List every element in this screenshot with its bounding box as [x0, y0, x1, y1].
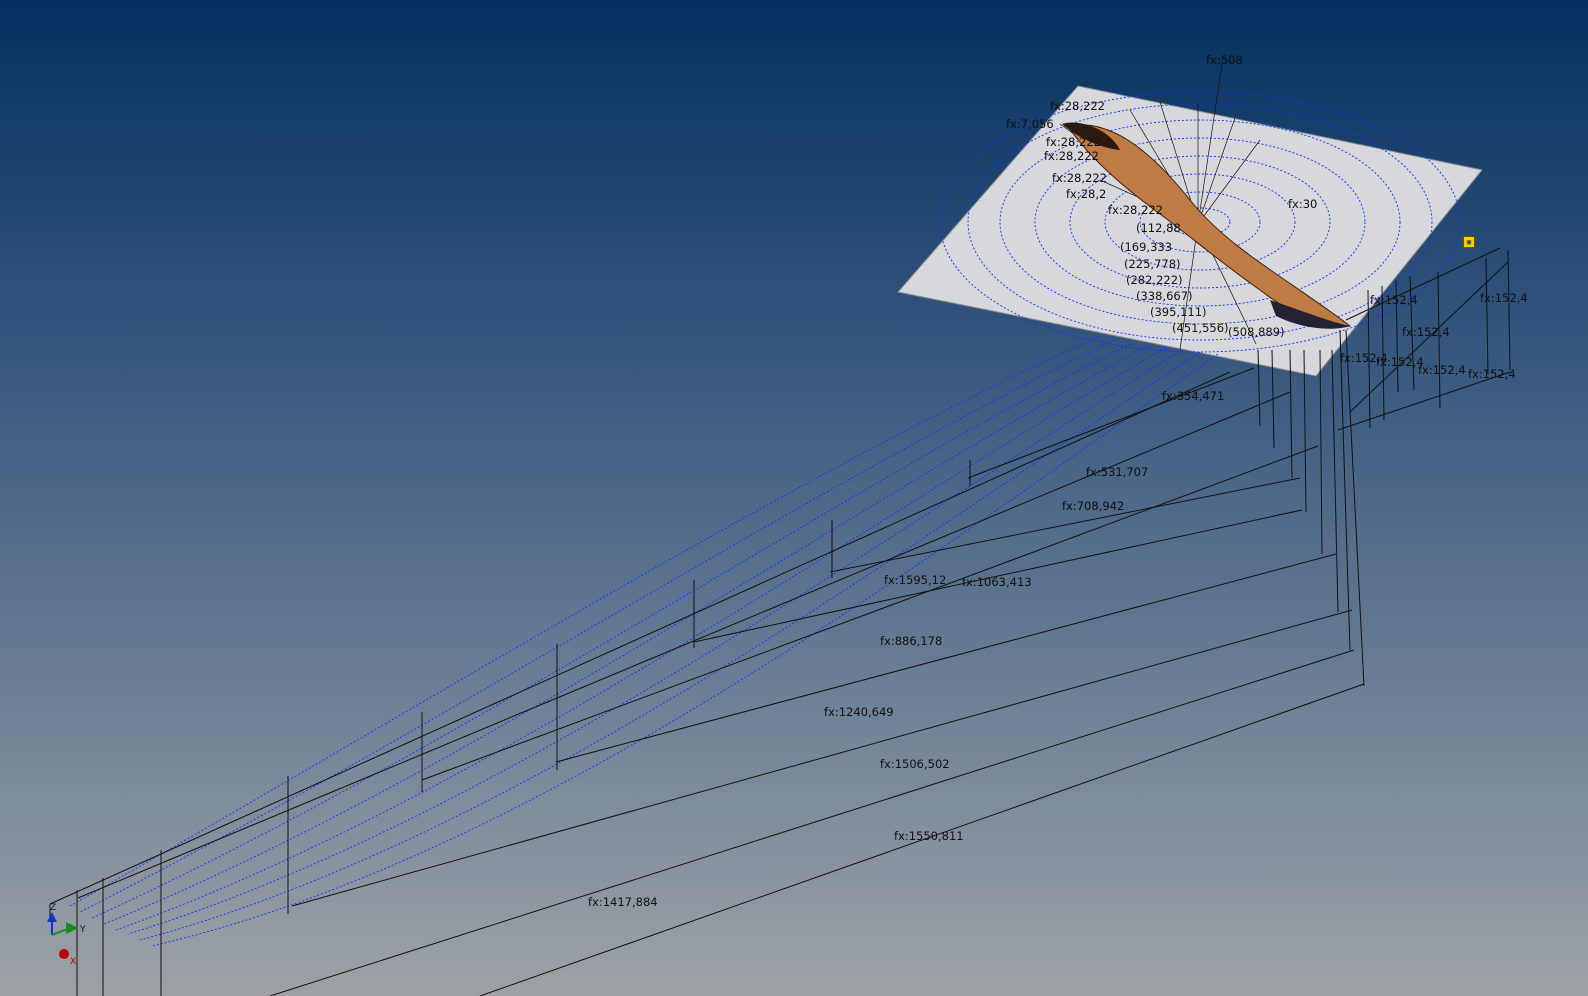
radius-112[interactable]: (112,88	[1136, 221, 1181, 235]
dim-28-222-d[interactable]: fx:28,222	[1052, 171, 1107, 185]
dim-354-471[interactable]: fx:354,471	[1162, 389, 1224, 403]
dim-531-707[interactable]: fx:531,707	[1086, 465, 1148, 479]
dim-152-4-a[interactable]: fx:152,4	[1480, 291, 1528, 305]
sweep-curves	[69, 335, 1219, 947]
dim-30[interactable]: fx:30	[1288, 197, 1317, 211]
dim-1506-502[interactable]: fx:1506,502	[880, 757, 950, 771]
dim-1240-649[interactable]: fx:1240,649	[824, 705, 894, 719]
radius-508[interactable]: (508,889)	[1228, 325, 1285, 339]
radius-225[interactable]: (225,778)	[1124, 257, 1181, 271]
dim-1550-811[interactable]: fx:1550,811	[894, 829, 964, 843]
radius-451[interactable]: (451,556)	[1172, 321, 1229, 335]
dim-152-4-g[interactable]: fx:152,4	[1340, 351, 1388, 365]
dim-1063-413[interactable]: fx:1063,413	[962, 575, 1032, 589]
dim-152-4-b[interactable]: fx:152,4	[1370, 293, 1418, 307]
x-axis-icon	[59, 949, 69, 959]
axis-triad: Z Y X	[47, 903, 86, 967]
dim-7-056[interactable]: fx:7,056	[1006, 117, 1054, 131]
dim-508[interactable]: fx:508	[1206, 53, 1243, 67]
dim-152-4-c[interactable]: fx:152,4	[1402, 325, 1450, 339]
triad-z-label: Z	[50, 903, 56, 913]
dim-28-222-f[interactable]: fx:28,222	[1108, 203, 1163, 217]
dim-28-222-c[interactable]: fx:28,222	[1044, 149, 1099, 163]
dim-1417-884[interactable]: fx:1417,884	[588, 895, 658, 909]
dim-28-222-b[interactable]: fx:28,222	[1046, 135, 1101, 149]
dim-28-222-e[interactable]: fx:28,2	[1066, 187, 1106, 201]
z-axis-icon	[47, 912, 57, 922]
sketch-marker-icon[interactable]: ▣	[1463, 236, 1475, 248]
radius-282[interactable]: (282,222)	[1126, 273, 1183, 287]
dim-708-942[interactable]: fx:708,942	[1062, 499, 1124, 513]
radius-338[interactable]: (338,667)	[1136, 289, 1193, 303]
triad-y-label: Y	[79, 925, 86, 935]
radius-395[interactable]: (395,111)	[1150, 305, 1207, 319]
triad-x-label: X	[70, 957, 76, 967]
dim-886-178[interactable]: fx:886,178	[880, 634, 942, 648]
dim-152-4-e[interactable]: fx:152,4	[1418, 363, 1466, 377]
y-axis-icon	[66, 922, 78, 934]
radius-169[interactable]: (169,333	[1120, 240, 1172, 254]
dim-1595-12[interactable]: fx:1595,12	[884, 573, 946, 587]
dim-28-222-a[interactable]: fx:28,222	[1050, 99, 1105, 113]
extension-lines	[49, 329, 1365, 996]
cad-viewport[interactable]: fx:508 fx:28,222 fx:7,056 fx:28,222 fx:2…	[0, 0, 1588, 996]
dim-152-4-f[interactable]: fx:152,4	[1468, 367, 1516, 381]
